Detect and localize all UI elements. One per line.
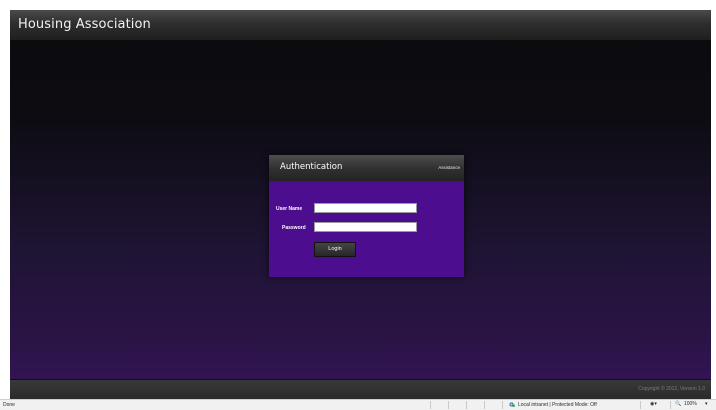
status-divider [670, 401, 671, 409]
settings-dropdown-icon[interactable]: ◉▾ [650, 401, 657, 407]
app-header: Housing Association [10, 10, 711, 41]
zoom-dropdown-icon[interactable]: ▾ [705, 401, 708, 407]
authentication-header: Authentication Assistance [269, 155, 464, 181]
browser-status-bar: Done Local intranet | Protected Mode: Of… [0, 399, 716, 410]
status-divider [448, 401, 449, 409]
authentication-panel: Authentication Assistance User Name Pass… [269, 155, 464, 277]
browser-window: Housing Association Authentication Assis… [0, 0, 716, 410]
copyright-text: Copyright © 2012, Version 1.0 [638, 386, 705, 392]
app-title: Housing Association [18, 17, 151, 32]
status-divider [466, 401, 467, 409]
status-divider [430, 401, 431, 409]
password-label: Password [282, 225, 306, 231]
status-divider [502, 401, 503, 409]
globe-icon [509, 402, 515, 407]
security-zone-text: Local intranet | Protected Mode: Off [518, 402, 597, 408]
username-field[interactable] [314, 203, 417, 213]
zoom-icon[interactable]: 🔍 [675, 401, 681, 407]
app-footer: Copyright © 2012, Version 1.0 [10, 379, 711, 399]
app-frame: Housing Association Authentication Assis… [10, 10, 711, 399]
password-field[interactable] [314, 222, 417, 232]
status-divider [640, 401, 641, 409]
login-button[interactable]: Login [314, 242, 356, 257]
assistance-link[interactable]: Assistance [438, 165, 460, 170]
zoom-level[interactable]: 100% [684, 401, 697, 407]
status-text: Done [3, 402, 15, 408]
authentication-title: Authentication [280, 162, 343, 172]
status-divider [484, 401, 485, 409]
username-label: User Name [276, 206, 303, 212]
